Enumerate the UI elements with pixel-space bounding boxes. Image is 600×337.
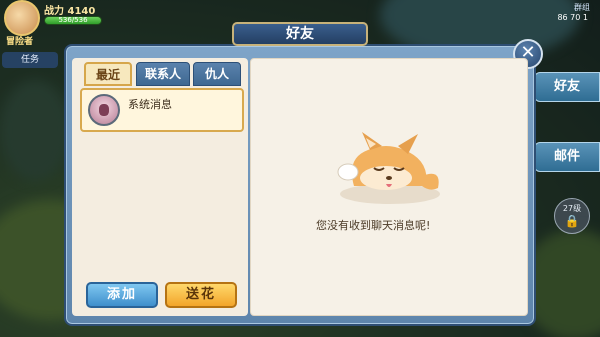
- player-title: 冒险者: [6, 37, 34, 47]
- lock-level-label: 27级: [562, 204, 582, 213]
- empty-chat-message: 您没有收到聊天消息呢!: [316, 219, 431, 232]
- side-tab-mail[interactable]: 邮件: [534, 142, 600, 172]
- group-value: 86 70 1: [557, 13, 588, 22]
- tab-contacts[interactable]: 联系人: [136, 62, 190, 86]
- send-flower-button[interactable]: 送花: [165, 282, 237, 308]
- side-tab-friends[interactable]: 好友: [534, 72, 600, 102]
- level-lock-badge: 27级 🔒: [554, 198, 590, 234]
- player-avatar[interactable]: [4, 0, 40, 36]
- group-label: 群组: [574, 3, 590, 12]
- power-label: 战力 4140: [44, 6, 96, 17]
- tab-enemies[interactable]: 仇人: [193, 62, 241, 86]
- system-avatar-icon: [88, 94, 120, 126]
- hp-bar: 536/536: [44, 16, 102, 25]
- task-button[interactable]: 任务: [2, 52, 58, 68]
- list-item-label: 系统消息: [128, 98, 172, 111]
- sleeping-fox-icon: [337, 132, 440, 204]
- list-item-system-message[interactable]: 系统消息: [80, 88, 244, 132]
- lock-icon: 🔒: [564, 214, 580, 228]
- panel-title: 好友: [232, 22, 368, 46]
- tab-recent[interactable]: 最近: [84, 62, 132, 86]
- add-friend-button[interactable]: 添加: [86, 282, 158, 308]
